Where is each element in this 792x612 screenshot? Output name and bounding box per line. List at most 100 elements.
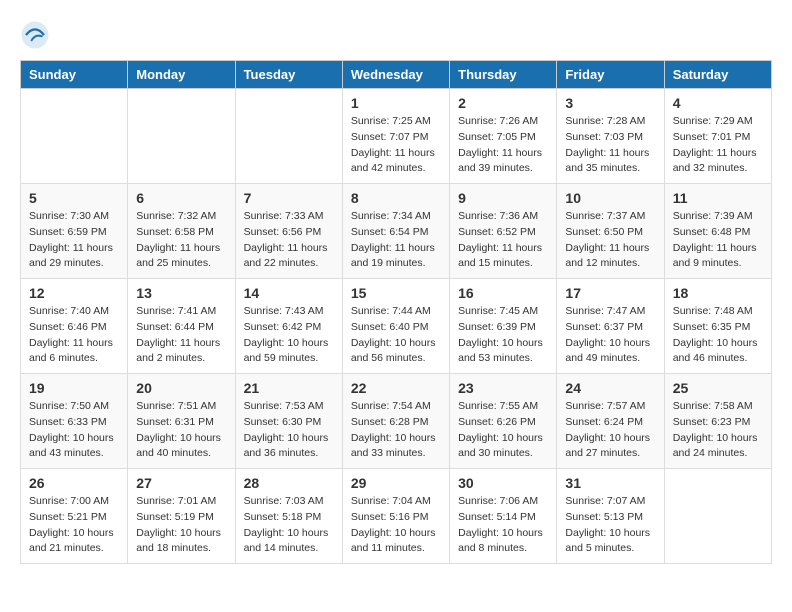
- day-info: Sunrise: 7:48 AM Sunset: 6:35 PM Dayligh…: [673, 304, 763, 367]
- day-info: Sunrise: 7:55 AM Sunset: 6:26 PM Dayligh…: [458, 399, 548, 462]
- day-info: Sunrise: 7:01 AM Sunset: 5:19 PM Dayligh…: [136, 494, 226, 557]
- calendar-week-row: 19Sunrise: 7:50 AM Sunset: 6:33 PM Dayli…: [21, 374, 772, 469]
- calendar-cell: 22 Sunrise: 7:54 AM Sunset: 6:28 PM Dayli…: [342, 374, 449, 469]
- day-number: 5: [29, 190, 119, 206]
- day-info: Sunrise: 7:07 AM Sunset: 5:13 PM Dayligh…: [565, 494, 655, 557]
- day-info: Sunrise: 7:51 AM Sunset: 6:31 PM Dayligh…: [136, 399, 226, 462]
- day-info: Sunrise: 7:58 AM Sunset: 6:23 PM Dayligh…: [673, 399, 763, 462]
- calendar-cell: 15 Sunrise: 7:44 AM Sunset: 6:40 PM Dayli…: [342, 279, 449, 374]
- calendar-cell: 14 Sunrise: 7:43 AM Sunset: 6:42 PM Dayli…: [235, 279, 342, 374]
- day-info: Sunrise: 7:45 AM Sunset: 6:39 PM Dayligh…: [458, 304, 548, 367]
- calendar-cell: 13 Sunrise: 7:41 AM Sunset: 6:44 PM Dayli…: [128, 279, 235, 374]
- day-info: Sunrise: 7:43 AM Sunset: 6:42 PM Dayligh…: [244, 304, 334, 367]
- calendar-cell: 16 Sunrise: 7:45 AM Sunset: 6:39 PM Dayli…: [450, 279, 557, 374]
- calendar-cell: 17Sunrise: 7:47 AM Sunset: 6:37 PM Dayli…: [557, 279, 664, 374]
- weekday-header-friday: Friday: [557, 61, 664, 89]
- calendar-week-row: 26 Sunrise: 7:00 AM Sunset: 5:21 PM Dayli…: [21, 469, 772, 564]
- day-number: 10: [565, 190, 655, 206]
- weekday-header-monday: Monday: [128, 61, 235, 89]
- day-number: 24: [565, 380, 655, 396]
- day-number: 26: [29, 475, 119, 491]
- calendar-cell: 9 Sunrise: 7:36 AM Sunset: 6:52 PM Daylig…: [450, 184, 557, 279]
- day-info: Sunrise: 7:53 AM Sunset: 6:30 PM Dayligh…: [244, 399, 334, 462]
- day-info: Sunrise: 7:26 AM Sunset: 7:05 PM Dayligh…: [458, 114, 548, 177]
- day-number: 7: [244, 190, 334, 206]
- day-number: 20: [136, 380, 226, 396]
- day-info: Sunrise: 7:29 AM Sunset: 7:01 PM Dayligh…: [673, 114, 763, 177]
- day-number: 13: [136, 285, 226, 301]
- day-info: Sunrise: 7:04 AM Sunset: 5:16 PM Dayligh…: [351, 494, 441, 557]
- day-info: Sunrise: 7:00 AM Sunset: 5:21 PM Dayligh…: [29, 494, 119, 557]
- calendar-week-row: 5 Sunrise: 7:30 AM Sunset: 6:59 PM Daylig…: [21, 184, 772, 279]
- day-number: 23: [458, 380, 548, 396]
- day-number: 6: [136, 190, 226, 206]
- day-number: 1: [351, 95, 441, 111]
- weekday-header-wednesday: Wednesday: [342, 61, 449, 89]
- calendar-cell: 6 Sunrise: 7:32 AM Sunset: 6:58 PM Daylig…: [128, 184, 235, 279]
- day-info: Sunrise: 7:40 AM Sunset: 6:46 PM Dayligh…: [29, 304, 119, 367]
- page-header: [20, 20, 772, 50]
- calendar-header-row: SundayMondayTuesdayWednesdayThursdayFrid…: [21, 61, 772, 89]
- day-number: 25: [673, 380, 763, 396]
- day-number: 4: [673, 95, 763, 111]
- calendar-cell: 10 Sunrise: 7:37 AM Sunset: 6:50 PM Dayli…: [557, 184, 664, 279]
- day-number: 30: [458, 475, 548, 491]
- calendar-cell: 3 Sunrise: 7:28 AM Sunset: 7:03 PM Daylig…: [557, 89, 664, 184]
- day-info: Sunrise: 7:03 AM Sunset: 5:18 PM Dayligh…: [244, 494, 334, 557]
- weekday-header-saturday: Saturday: [664, 61, 771, 89]
- day-number: 8: [351, 190, 441, 206]
- day-number: 15: [351, 285, 441, 301]
- calendar-cell: 31Sunrise: 7:07 AM Sunset: 5:13 PM Dayli…: [557, 469, 664, 564]
- day-number: 22: [351, 380, 441, 396]
- day-info: Sunrise: 7:41 AM Sunset: 6:44 PM Dayligh…: [136, 304, 226, 367]
- calendar-cell: 26 Sunrise: 7:00 AM Sunset: 5:21 PM Dayli…: [21, 469, 128, 564]
- logo-icon: [20, 20, 50, 50]
- day-info: Sunrise: 7:30 AM Sunset: 6:59 PM Dayligh…: [29, 209, 119, 272]
- day-info: Sunrise: 7:37 AM Sunset: 6:50 PM Dayligh…: [565, 209, 655, 272]
- calendar-week-row: 1 Sunrise: 7:25 AM Sunset: 7:07 PM Daylig…: [21, 89, 772, 184]
- calendar-cell: 4 Sunrise: 7:29 AM Sunset: 7:01 PM Daylig…: [664, 89, 771, 184]
- day-info: Sunrise: 7:47 AM Sunset: 6:37 PM Dayligh…: [565, 304, 655, 367]
- day-number: 2: [458, 95, 548, 111]
- day-number: 14: [244, 285, 334, 301]
- day-info: Sunrise: 7:57 AM Sunset: 6:24 PM Dayligh…: [565, 399, 655, 462]
- calendar-cell: 21Sunrise: 7:53 AM Sunset: 6:30 PM Dayli…: [235, 374, 342, 469]
- day-info: Sunrise: 7:34 AM Sunset: 6:54 PM Dayligh…: [351, 209, 441, 272]
- calendar-cell: 24 Sunrise: 7:57 AM Sunset: 6:24 PM Dayli…: [557, 374, 664, 469]
- day-number: 28: [244, 475, 334, 491]
- calendar-cell: [235, 89, 342, 184]
- calendar-cell: 1 Sunrise: 7:25 AM Sunset: 7:07 PM Daylig…: [342, 89, 449, 184]
- weekday-header-thursday: Thursday: [450, 61, 557, 89]
- weekday-header-sunday: Sunday: [21, 61, 128, 89]
- calendar-cell: [21, 89, 128, 184]
- day-number: 29: [351, 475, 441, 491]
- day-number: 3: [565, 95, 655, 111]
- calendar-cell: 5 Sunrise: 7:30 AM Sunset: 6:59 PM Daylig…: [21, 184, 128, 279]
- calendar-cell: 20 Sunrise: 7:51 AM Sunset: 6:31 PM Dayli…: [128, 374, 235, 469]
- calendar-cell: 28 Sunrise: 7:03 AM Sunset: 5:18 PM Dayli…: [235, 469, 342, 564]
- day-number: 11: [673, 190, 763, 206]
- day-number: 18: [673, 285, 763, 301]
- day-info: Sunrise: 7:33 AM Sunset: 6:56 PM Dayligh…: [244, 209, 334, 272]
- calendar-cell: 27 Sunrise: 7:01 AM Sunset: 5:19 PM Dayli…: [128, 469, 235, 564]
- day-number: 12: [29, 285, 119, 301]
- calendar-cell: [664, 469, 771, 564]
- day-number: 16: [458, 285, 548, 301]
- calendar-cell: 2 Sunrise: 7:26 AM Sunset: 7:05 PM Daylig…: [450, 89, 557, 184]
- calendar-cell: 12 Sunrise: 7:40 AM Sunset: 6:46 PM Dayli…: [21, 279, 128, 374]
- weekday-header-tuesday: Tuesday: [235, 61, 342, 89]
- calendar-cell: 25 Sunrise: 7:58 AM Sunset: 6:23 PM Dayli…: [664, 374, 771, 469]
- calendar-cell: 23 Sunrise: 7:55 AM Sunset: 6:26 PM Dayli…: [450, 374, 557, 469]
- day-info: Sunrise: 7:54 AM Sunset: 6:28 PM Dayligh…: [351, 399, 441, 462]
- day-info: Sunrise: 7:44 AM Sunset: 6:40 PM Dayligh…: [351, 304, 441, 367]
- day-number: 9: [458, 190, 548, 206]
- day-number: 27: [136, 475, 226, 491]
- calendar-cell: [128, 89, 235, 184]
- calendar-table: SundayMondayTuesdayWednesdayThursdayFrid…: [20, 60, 772, 564]
- day-info: Sunrise: 7:28 AM Sunset: 7:03 PM Dayligh…: [565, 114, 655, 177]
- day-info: Sunrise: 7:32 AM Sunset: 6:58 PM Dayligh…: [136, 209, 226, 272]
- day-info: Sunrise: 7:36 AM Sunset: 6:52 PM Dayligh…: [458, 209, 548, 272]
- calendar-cell: 7 Sunrise: 7:33 AM Sunset: 6:56 PM Daylig…: [235, 184, 342, 279]
- calendar-cell: 30Sunrise: 7:06 AM Sunset: 5:14 PM Dayli…: [450, 469, 557, 564]
- day-info: Sunrise: 7:25 AM Sunset: 7:07 PM Dayligh…: [351, 114, 441, 177]
